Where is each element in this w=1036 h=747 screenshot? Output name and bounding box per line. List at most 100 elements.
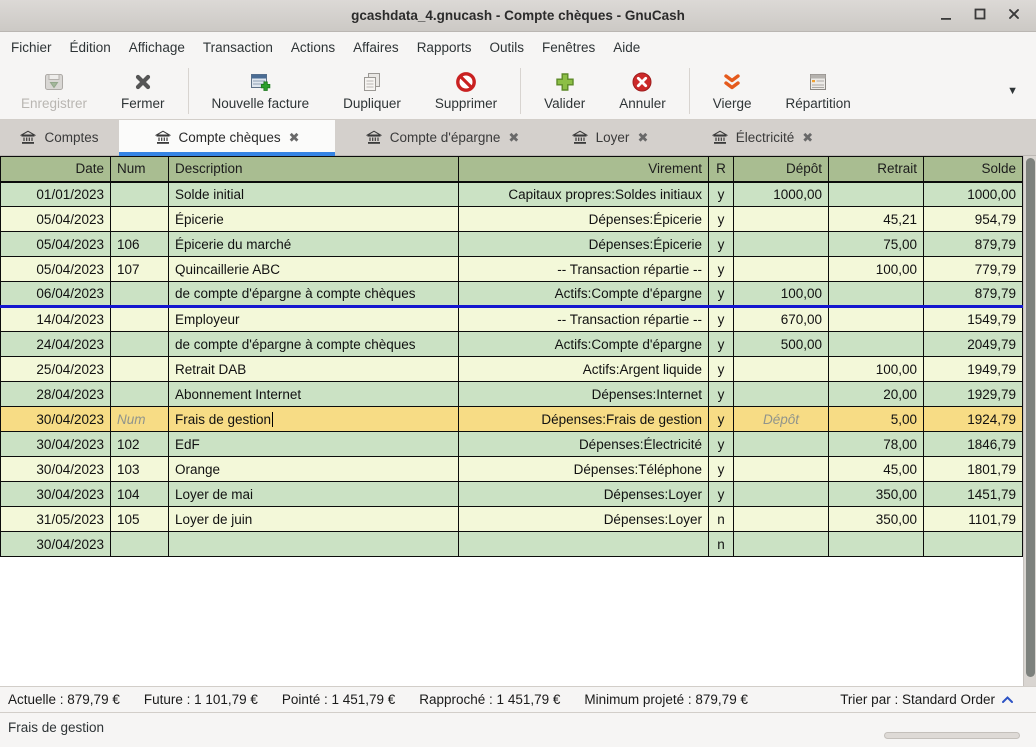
column-header-description[interactable]: Description: [169, 157, 459, 182]
cell-withdrawal[interactable]: [829, 307, 924, 332]
cell-transfer[interactable]: Actifs:Compte d'épargne: [459, 282, 709, 307]
cell-r[interactable]: y: [709, 407, 734, 432]
cell-r[interactable]: n: [709, 507, 734, 532]
cell-balance[interactable]: 1101,79: [924, 507, 1023, 532]
cell-balance[interactable]: 1949,79: [924, 357, 1023, 382]
cell-r[interactable]: y: [709, 232, 734, 257]
menu-item-affaires[interactable]: Affaires: [344, 35, 408, 60]
cell-date[interactable]: 05/04/2023: [1, 257, 111, 282]
cell-date[interactable]: 30/04/2023: [1, 532, 111, 557]
cell-transfer[interactable]: -- Transaction répartie --: [459, 307, 709, 332]
cell-balance[interactable]: 779,79: [924, 257, 1023, 282]
cell-num[interactable]: [111, 207, 169, 232]
transaction-row[interactable]: 30/04/2023103OrangeDépenses:Téléphoney45…: [1, 457, 1023, 482]
cell-withdrawal[interactable]: 100,00: [829, 257, 924, 282]
menu-item-affichage[interactable]: Affichage: [120, 35, 194, 60]
cell-description[interactable]: Frais de gestion: [169, 407, 459, 432]
cell-num[interactable]: [111, 307, 169, 332]
cell-balance[interactable]: 879,79: [924, 232, 1023, 257]
cell-r[interactable]: y: [709, 432, 734, 457]
cell-deposit[interactable]: 670,00: [734, 307, 829, 332]
cell-balance[interactable]: [924, 532, 1023, 557]
cell-withdrawal[interactable]: 78,00: [829, 432, 924, 457]
cell-withdrawal[interactable]: [829, 332, 924, 357]
column-header-r[interactable]: R: [709, 157, 734, 182]
cell-r[interactable]: y: [709, 482, 734, 507]
cell-num[interactable]: [111, 357, 169, 382]
cell-description[interactable]: EdF: [169, 432, 459, 457]
tab-close-icon[interactable]: ✖: [637, 130, 648, 146]
transaction-row-selected[interactable]: 30/04/2023NumFrais de gestionDépenses:Fr…: [1, 407, 1023, 432]
toolbar-button-nouvelle-facture[interactable]: Nouvelle facture: [195, 67, 327, 114]
transaction-row[interactable]: 01/01/2023Solde initialCapitaux propres:…: [1, 182, 1023, 207]
cell-withdrawal[interactable]: 20,00: [829, 382, 924, 407]
tab-loyer[interactable]: Loyer✖: [550, 120, 670, 155]
cell-description[interactable]: Quincaillerie ABC: [169, 257, 459, 282]
tab-compte-d-epargne[interactable]: Compte d'épargne✖: [335, 120, 550, 155]
cell-description[interactable]: Retrait DAB: [169, 357, 459, 382]
menu-item-outils[interactable]: Outils: [480, 35, 533, 60]
transaction-row[interactable]: 24/04/2023de compte d'épargne à compte c…: [1, 332, 1023, 357]
cell-description[interactable]: Loyer de mai: [169, 482, 459, 507]
column-header-date[interactable]: Date: [1, 157, 111, 182]
cell-r[interactable]: y: [709, 357, 734, 382]
cell-withdrawal[interactable]: 75,00: [829, 232, 924, 257]
cell-r[interactable]: y: [709, 332, 734, 357]
transaction-row[interactable]: 28/04/2023Abonnement InternetDépenses:In…: [1, 382, 1023, 407]
cell-transfer[interactable]: Actifs:Argent liquide: [459, 357, 709, 382]
transaction-row[interactable]: 30/04/2023102EdFDépenses:Électricitéy78,…: [1, 432, 1023, 457]
menu-item-fichier[interactable]: Fichier: [2, 35, 61, 60]
transaction-row[interactable]: 06/04/2023de compte d'épargne à compte c…: [1, 282, 1023, 307]
column-header-retrait[interactable]: Retrait: [829, 157, 924, 182]
cell-balance[interactable]: 1846,79: [924, 432, 1023, 457]
cell-deposit[interactable]: 1000,00: [734, 182, 829, 207]
transaction-row[interactable]: 05/04/2023107Quincaillerie ABC-- Transac…: [1, 257, 1023, 282]
cell-r[interactable]: y: [709, 207, 734, 232]
cell-r[interactable]: y: [709, 257, 734, 282]
cell-withdrawal[interactable]: [829, 532, 924, 557]
toolbar-button-fermer[interactable]: Fermer: [104, 67, 182, 114]
cell-transfer[interactable]: Capitaux propres:Soldes initiaux: [459, 182, 709, 207]
cell-num[interactable]: Num: [111, 407, 169, 432]
cell-date[interactable]: 05/04/2023: [1, 207, 111, 232]
cell-balance[interactable]: 1924,79: [924, 407, 1023, 432]
menu-item-aide[interactable]: Aide: [604, 35, 649, 60]
cell-description[interactable]: Abonnement Internet: [169, 382, 459, 407]
cell-transfer[interactable]: [459, 532, 709, 557]
cell-deposit[interactable]: [734, 207, 829, 232]
cell-date[interactable]: 30/04/2023: [1, 482, 111, 507]
menu-item-rapports[interactable]: Rapports: [408, 35, 481, 60]
cell-date[interactable]: 31/05/2023: [1, 507, 111, 532]
menu-item-transaction[interactable]: Transaction: [194, 35, 282, 60]
vertical-scrollbar[interactable]: [1023, 156, 1036, 686]
cell-description[interactable]: Employeur: [169, 307, 459, 332]
cell-withdrawal[interactable]: 350,00: [829, 507, 924, 532]
maximize-button[interactable]: [968, 4, 992, 28]
transaction-row[interactable]: 30/04/2023104Loyer de maiDépenses:Loyery…: [1, 482, 1023, 507]
cell-num[interactable]: 107: [111, 257, 169, 282]
cell-r[interactable]: y: [709, 182, 734, 207]
menu-item-fenetres[interactable]: Fenêtres: [533, 35, 604, 60]
cell-deposit[interactable]: 100,00: [734, 282, 829, 307]
toolbar-button-annuler[interactable]: Annuler: [602, 67, 683, 114]
tab-close-icon[interactable]: ✖: [802, 130, 813, 146]
tab-compte-cheques[interactable]: Compte chèques✖: [119, 120, 335, 155]
cell-description[interactable]: Solde initial: [169, 182, 459, 207]
cell-transfer[interactable]: Dépenses:Internet: [459, 382, 709, 407]
cell-transfer[interactable]: Dépenses:Épicerie: [459, 232, 709, 257]
cell-date[interactable]: 30/04/2023: [1, 457, 111, 482]
toolbar-button-repartition[interactable]: Répartition: [769, 67, 868, 114]
cell-transfer[interactable]: Dépenses:Téléphone: [459, 457, 709, 482]
menu-item-actions[interactable]: Actions: [282, 35, 344, 60]
toolbar-overflow-button[interactable]: ▼: [1007, 85, 1032, 97]
cell-r[interactable]: y: [709, 282, 734, 307]
column-header-num[interactable]: Num: [111, 157, 169, 182]
column-header-virement[interactable]: Virement: [459, 157, 709, 182]
cell-deposit[interactable]: [734, 357, 829, 382]
cell-date[interactable]: 24/04/2023: [1, 332, 111, 357]
tab-close-icon[interactable]: ✖: [289, 130, 300, 146]
cell-num[interactable]: [111, 532, 169, 557]
sort-control[interactable]: Trier par : Standard Order: [840, 692, 1028, 707]
cell-num[interactable]: 105: [111, 507, 169, 532]
transaction-row[interactable]: 25/04/2023Retrait DABActifs:Argent liqui…: [1, 357, 1023, 382]
